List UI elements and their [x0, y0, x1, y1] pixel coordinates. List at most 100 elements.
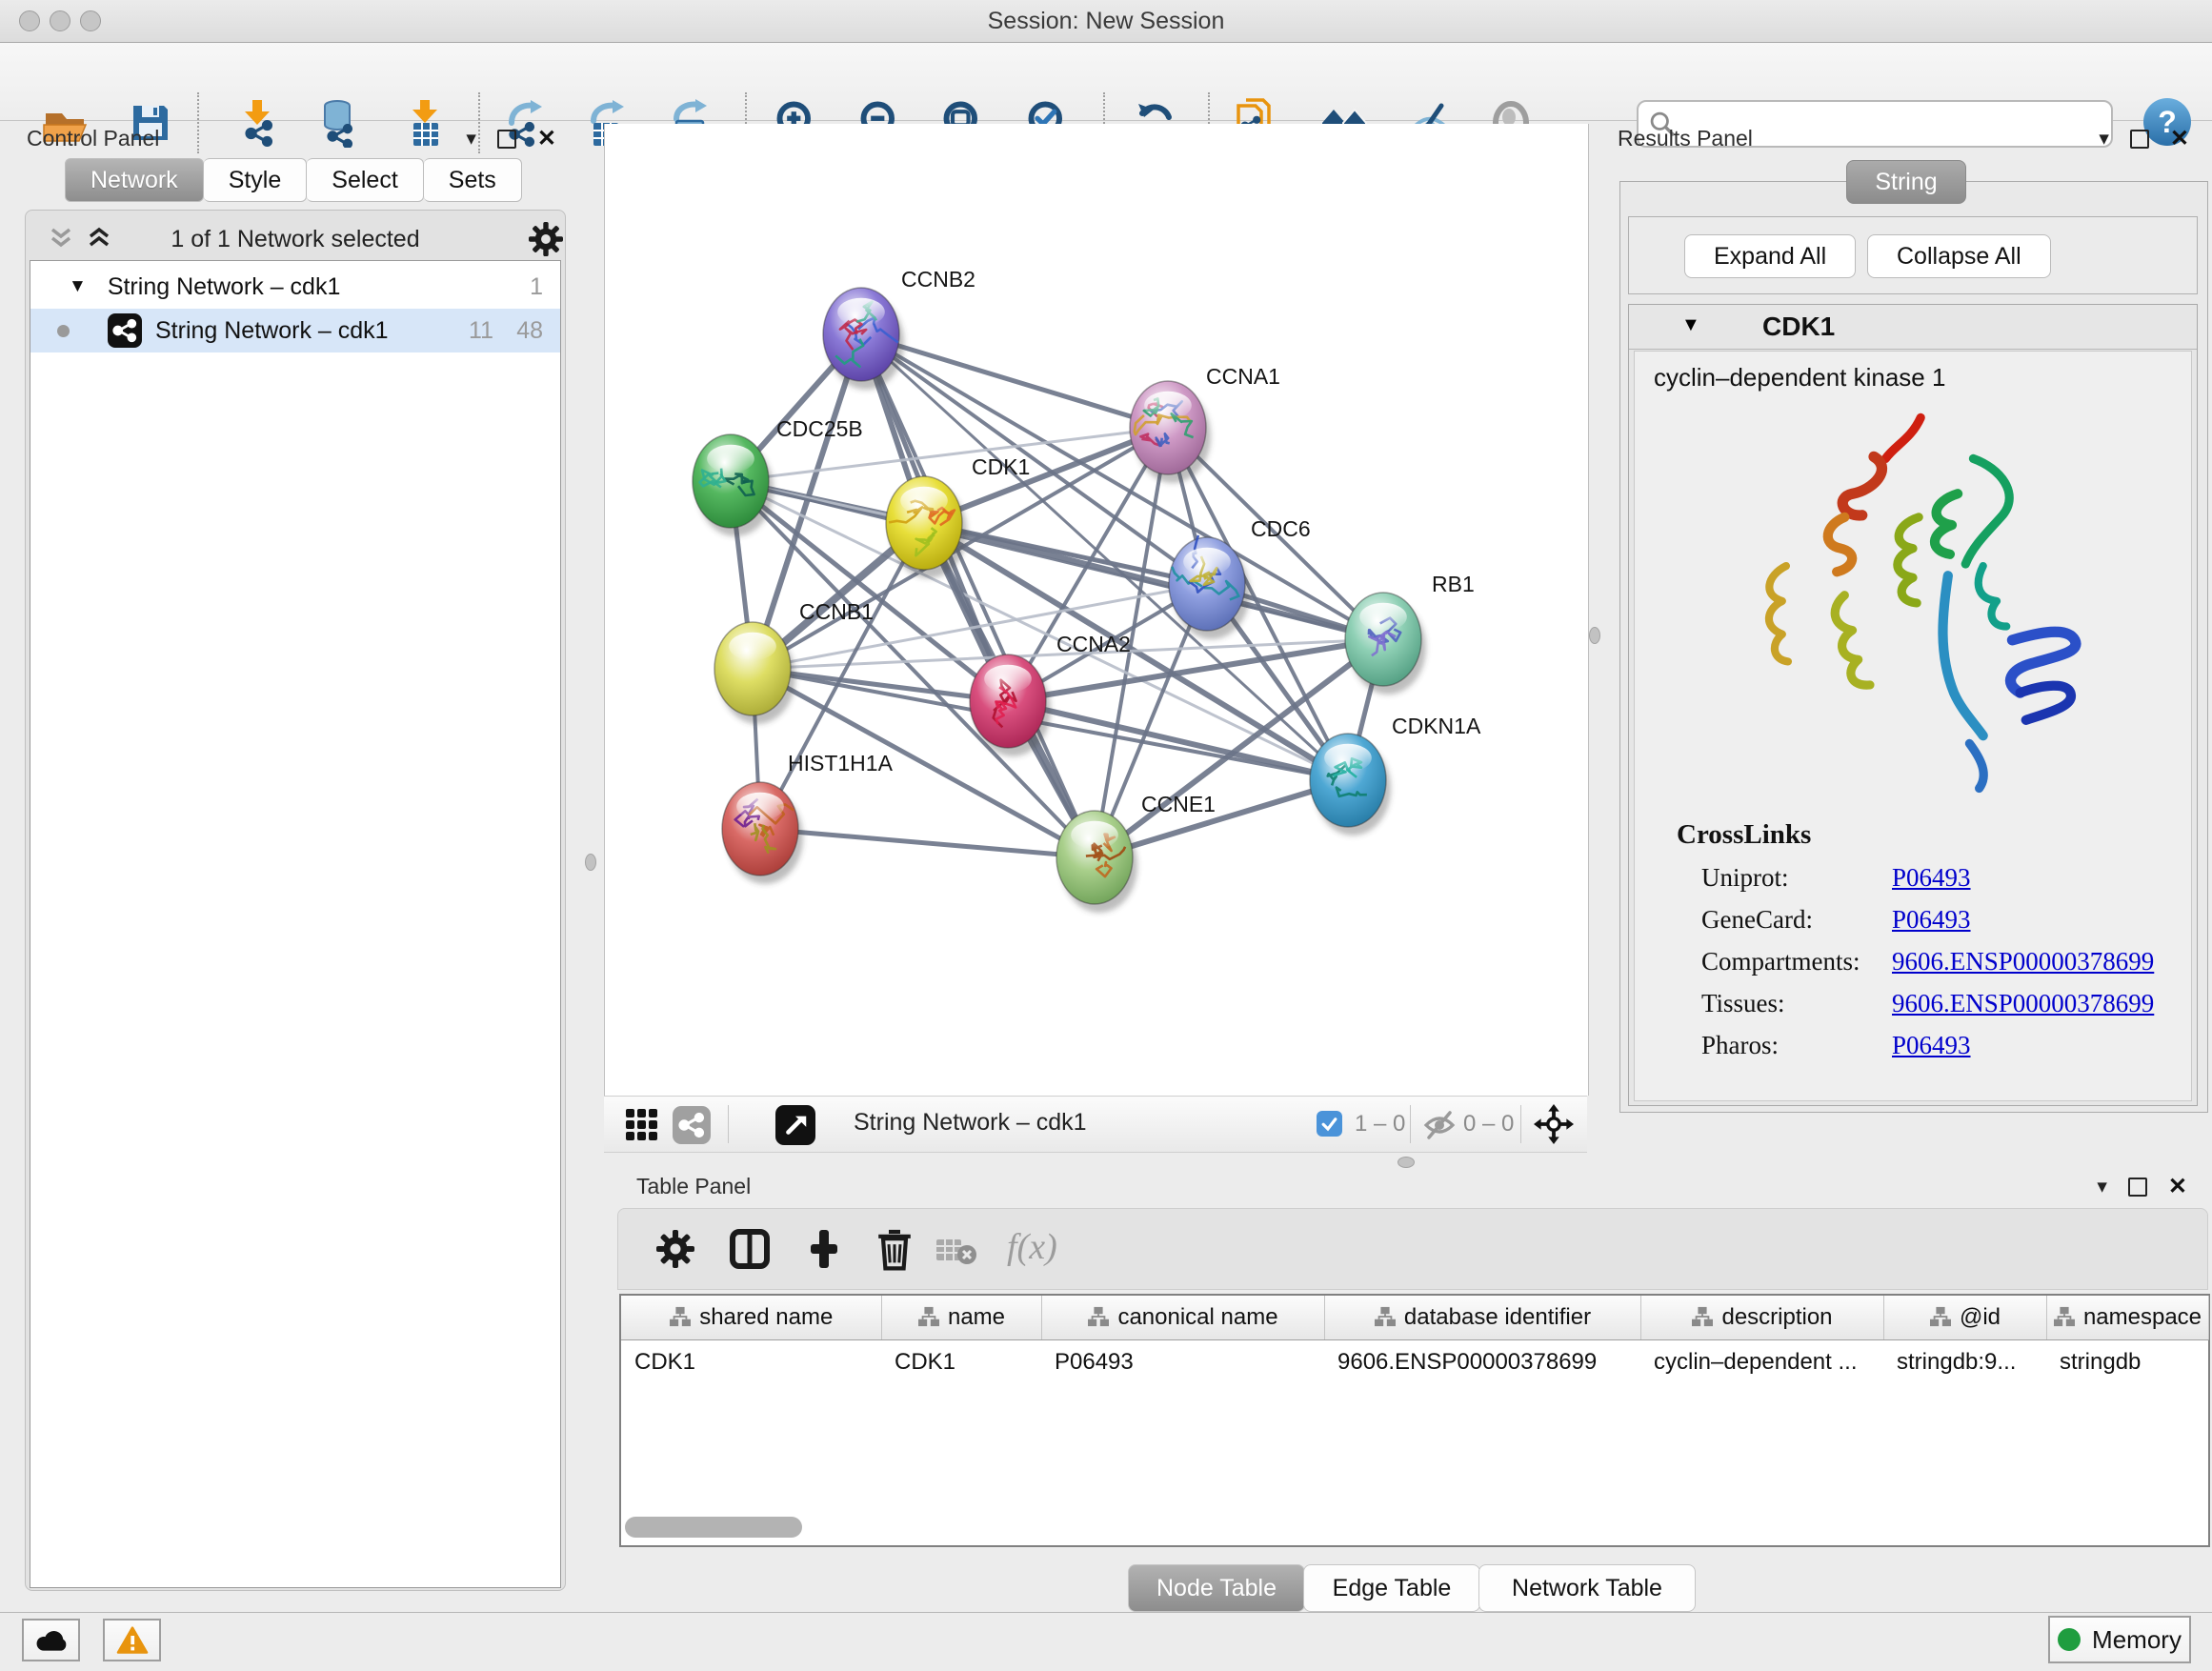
crosslinks-title: CrossLinks: [1677, 819, 2191, 851]
table-panel-header: Table Panel ▾ ✕: [604, 1168, 2212, 1202]
table-panel-float-icon[interactable]: [2128, 1178, 2147, 1197]
network-node-CDC6[interactable]: CDC6: [1169, 516, 1311, 639]
network-label: String Network – cdk1: [155, 317, 389, 345]
network-type-icon: [108, 313, 142, 348]
column-type-icon: [1087, 1306, 1110, 1327]
warning-button[interactable]: [103, 1619, 161, 1661]
network-share-icon[interactable]: [673, 1106, 711, 1144]
network-canvas[interactable]: CCNB2CCNA1CDC25BCDK1CDC6RB1CCNB1CCNA2CDK…: [604, 124, 1589, 1096]
node-label-HIST1H1A: HIST1H1A: [788, 751, 894, 775]
column-header[interactable]: canonical name: [1041, 1296, 1324, 1340]
column-header[interactable]: description: [1640, 1296, 1883, 1340]
cloud-button[interactable]: [22, 1619, 80, 1661]
memory-status-dot: [2058, 1628, 2081, 1651]
network-row-selected[interactable]: String Network – cdk1 11 48: [30, 309, 560, 352]
node-label-CCNB1: CCNB1: [799, 599, 874, 624]
column-header[interactable]: @id: [1883, 1296, 2046, 1340]
tab-node-table[interactable]: Node Table: [1128, 1564, 1305, 1612]
network-edge[interactable]: [861, 334, 1095, 857]
network-node-HIST1H1A[interactable]: HIST1H1A: [722, 751, 894, 884]
crosslink-row: Tissues: 9606.ENSP00000378699: [1701, 989, 2191, 1018]
column-header[interactable]: shared name: [621, 1296, 881, 1340]
control-panel-title: Control Panel: [27, 126, 159, 151]
tree-expander-icon[interactable]: ▼: [69, 276, 87, 297]
column-header[interactable]: database identifier: [1324, 1296, 1640, 1340]
network-node-CDKN1A[interactable]: CDKN1A: [1310, 714, 1481, 836]
crosslink-label: Compartments:: [1701, 947, 1892, 976]
gene-header[interactable]: ▼ CDK1: [1629, 305, 2197, 350]
network-node-RB1[interactable]: RB1: [1345, 572, 1475, 695]
horizontal-scrollbar-thumb[interactable]: [625, 1517, 802, 1538]
delete-column-icon[interactable]: [874, 1226, 915, 1272]
table-row[interactable]: CDK1 CDK1 P06493 9606.ENSP00000378699 cy…: [621, 1340, 2208, 1385]
collapse-all-button[interactable]: Collapse All: [1867, 234, 2051, 278]
show-columns-icon[interactable]: [729, 1228, 771, 1270]
crosslink-row: Uniprot: P06493: [1701, 863, 2191, 893]
bottom-splitter-handle[interactable]: [1398, 1157, 1415, 1168]
network-options-gear-icon[interactable]: [529, 222, 563, 256]
tab-edge-table[interactable]: Edge Table: [1303, 1564, 1480, 1612]
table-cell[interactable]: stringdb:9...: [1883, 1340, 2046, 1385]
crosslink-value[interactable]: P06493: [1892, 1031, 1971, 1060]
table-cell[interactable]: CDK1: [621, 1340, 881, 1385]
network-collection-row[interactable]: ▼ String Network – cdk1 1: [30, 265, 560, 309]
tab-select[interactable]: Select: [307, 158, 423, 202]
column-type-icon: [1691, 1306, 1714, 1327]
control-panel-collapse-icon[interactable]: ▾: [466, 129, 476, 149]
tab-sets[interactable]: Sets: [424, 158, 522, 202]
gene-details: cyclin–dependent kinase 1: [1634, 351, 2192, 1101]
cloud-icon: [34, 1627, 69, 1654]
memory-label: Memory: [2092, 1625, 2182, 1655]
table-panel-close-icon[interactable]: ✕: [2168, 1176, 2187, 1198]
expand-all-button[interactable]: Expand All: [1684, 234, 1856, 278]
node-label-CDC25B: CDC25B: [776, 416, 863, 441]
function-builder-icon[interactable]: f(x): [1007, 1226, 1057, 1268]
control-panel: Control Panel ▾ ✕ NetworkStyleSelectSets…: [10, 120, 570, 1593]
right-splitter-handle[interactable]: [1589, 627, 1600, 644]
toolbar-separator: [1520, 1105, 1521, 1143]
create-column-icon[interactable]: [803, 1228, 845, 1270]
table-panel-collapse-icon[interactable]: ▾: [2097, 1177, 2107, 1197]
crosslink-row: Pharos: P06493: [1701, 1031, 2191, 1060]
delete-table-icon[interactable]: [935, 1236, 978, 1268]
table-options-gear-icon[interactable]: [656, 1230, 694, 1268]
results-panel-collapse-icon[interactable]: ▾: [2099, 129, 2109, 149]
tab-network-table[interactable]: Network Table: [1478, 1564, 1696, 1612]
control-panel-float-icon[interactable]: [497, 130, 516, 149]
table-cell[interactable]: cyclin–dependent ...: [1640, 1340, 1883, 1385]
column-header[interactable]: name: [881, 1296, 1041, 1340]
table-cell[interactable]: P06493: [1041, 1340, 1324, 1385]
crosslink-value[interactable]: 9606.ENSP00000378699: [1892, 947, 2154, 976]
table-cell[interactable]: 9606.ENSP00000378699: [1324, 1340, 1640, 1385]
hidden-eye-icon[interactable]: [1423, 1109, 1456, 1141]
network-edge[interactable]: [924, 523, 1383, 639]
window-title: Session: New Session: [0, 8, 2212, 35]
tab-style[interactable]: Style: [204, 158, 308, 202]
node-label-RB1: RB1: [1432, 572, 1475, 596]
tab-network[interactable]: Network: [65, 158, 204, 202]
crosslink-value[interactable]: 9606.ENSP00000378699: [1892, 989, 2154, 1018]
network-edge[interactable]: [861, 334, 1168, 428]
column-header[interactable]: namespace: [2046, 1296, 2208, 1340]
control-panel-close-icon[interactable]: ✕: [537, 128, 556, 151]
hidden-node-edge-counts: 0 – 0: [1463, 1111, 1514, 1137]
crosslink-row: GeneCard: P06493: [1701, 905, 2191, 935]
birds-eye-view-icon[interactable]: [775, 1105, 815, 1145]
grid-view-icon[interactable]: [625, 1108, 659, 1142]
memory-button[interactable]: Memory: [2048, 1616, 2191, 1663]
table-cell[interactable]: stringdb: [2046, 1340, 2208, 1385]
title-bar: Session: New Session: [0, 0, 2212, 43]
results-tab-string[interactable]: String: [1846, 160, 1966, 204]
table-panel-title: Table Panel: [636, 1174, 751, 1199]
crosslink-value[interactable]: P06493: [1892, 863, 1971, 893]
fit-selected-crosshair-icon[interactable]: [1534, 1104, 1574, 1144]
network-node-CCNE1[interactable]: CCNE1: [1056, 792, 1216, 913]
results-panel-float-icon[interactable]: [2130, 130, 2149, 149]
results-panel-close-icon[interactable]: ✕: [2170, 128, 2189, 151]
table-cell[interactable]: CDK1: [881, 1340, 1041, 1385]
left-splitter-handle[interactable]: [585, 854, 596, 871]
gene-expander-icon[interactable]: ▼: [1681, 314, 1700, 336]
network-edge[interactable]: [760, 829, 1095, 857]
selected-checkbox-icon[interactable]: [1317, 1111, 1342, 1137]
crosslink-value[interactable]: P06493: [1892, 905, 1971, 935]
